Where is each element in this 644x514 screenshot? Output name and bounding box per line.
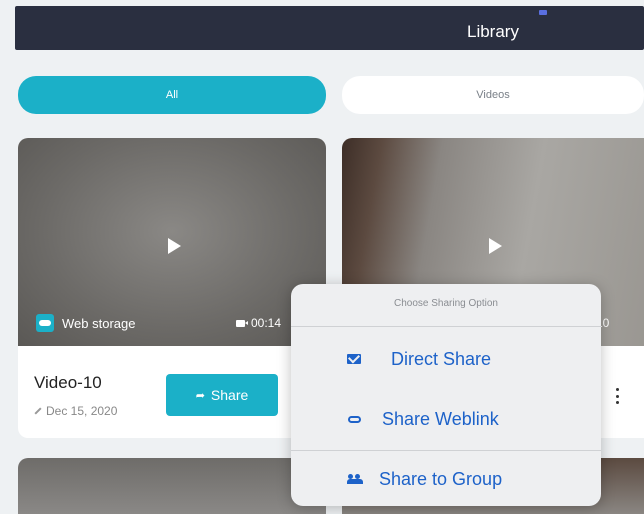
- storage-label: Web storage: [62, 315, 136, 331]
- divider: [291, 326, 601, 327]
- option-label: Direct Share: [391, 348, 492, 369]
- edit-icon: [34, 407, 42, 415]
- tab-all[interactable]: All: [18, 76, 326, 114]
- option-direct-share[interactable]: Direct Share: [291, 330, 601, 388]
- cloud-icon: [36, 314, 54, 332]
- mail-icon: [347, 352, 361, 366]
- share-button[interactable]: ➦ Share: [166, 374, 278, 416]
- share-button-label: Share: [210, 387, 249, 403]
- video-thumbnail[interactable]: [18, 458, 326, 514]
- filter-tabs: All Videos: [18, 76, 644, 114]
- play-icon[interactable]: [168, 238, 181, 254]
- video-duration: 00:14: [236, 316, 281, 330]
- app-header: Library: [15, 6, 644, 50]
- video-title: Video-10: [34, 373, 102, 392]
- video-thumbnail[interactable]: Web storage 00:14: [18, 138, 326, 346]
- option-share-weblink[interactable]: Share Weblink: [291, 390, 601, 448]
- option-label: Share Weblink: [382, 408, 499, 429]
- share-options-sheet: Choose Sharing Option Direct Share Share…: [291, 284, 601, 506]
- video-card: Web storage 00:14 Video-10 Dec 15, 2020 …: [18, 138, 326, 438]
- header-indicator: [539, 10, 547, 15]
- sheet-title: Choose Sharing Option: [394, 298, 498, 309]
- tab-videos[interactable]: Videos: [342, 76, 644, 114]
- link-icon: [347, 412, 361, 426]
- video-camera-icon: [236, 319, 248, 327]
- page-title: Library: [467, 22, 519, 41]
- option-share-to-group[interactable]: Share to Group: [291, 450, 601, 508]
- video-date: Dec 15, 2020: [34, 404, 117, 418]
- storage-indicator: Web storage: [36, 314, 135, 332]
- play-icon[interactable]: [489, 238, 502, 254]
- date-label: Dec 15, 2020: [46, 404, 118, 418]
- duration-label: 00:14: [251, 316, 282, 330]
- option-label: Share to Group: [379, 468, 503, 489]
- share-arrow-icon: ➦: [195, 389, 205, 402]
- group-icon: [347, 472, 363, 486]
- more-options-icon[interactable]: [616, 388, 620, 404]
